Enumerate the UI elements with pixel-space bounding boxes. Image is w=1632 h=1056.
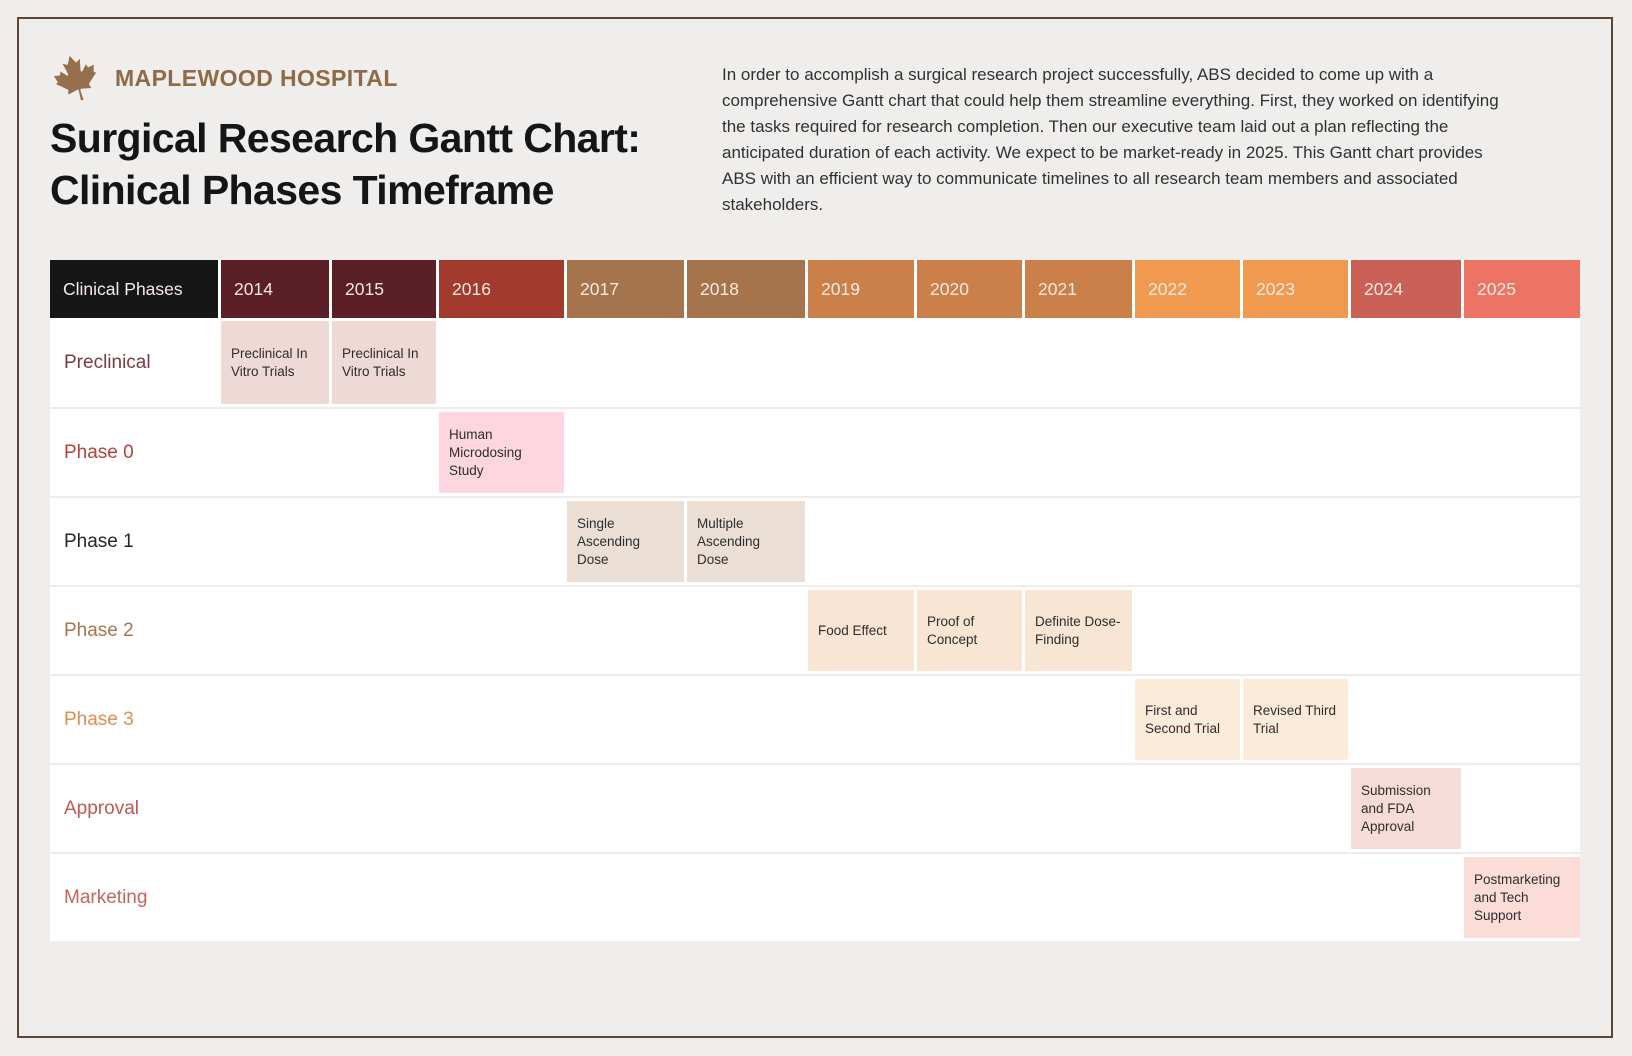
gantt-chart: Clinical Phases2014201520162017201820192…	[50, 260, 1580, 941]
year-header-2025: 2025	[1464, 260, 1580, 318]
phase-label-approval: Approval	[50, 765, 218, 852]
task-bar-multiple-ascending-dose: Multiple Ascending Dose	[687, 501, 805, 582]
corner-header-cell: Clinical Phases	[50, 260, 218, 318]
phase-label-phase-0: Phase 0	[50, 409, 218, 496]
task-bar-submission-and-fda-approval: Submission and FDA Approval	[1351, 768, 1461, 849]
year-header-2015: 2015	[332, 260, 436, 318]
year-header-2021: 2021	[1025, 260, 1132, 318]
gantt-row-approval: Approval Submission and FDA Approval	[50, 763, 1580, 852]
task-bar-preclinical-in-vitro-trials: Preclinical In Vitro Trials	[332, 321, 436, 404]
task-bar-postmarketing-and-tech-support: Postmarketing and Tech Support	[1464, 857, 1580, 938]
description-text: In order to accomplish a surgical resear…	[722, 62, 1510, 218]
brand-name: MAPLEWOOD HOSPITAL	[115, 65, 398, 92]
gantt-row-marketing: Marketing Postmarketing and Tech Support	[50, 852, 1580, 941]
year-header-2020: 2020	[917, 260, 1022, 318]
year-header-2024: 2024	[1351, 260, 1461, 318]
page-background: { "header": { "brand": "MAPLEWOOD HOSPIT…	[0, 0, 1632, 1056]
phase-label-preclinical: Preclinical	[50, 318, 218, 407]
header-left: MAPLEWOOD HOSPITAL Surgical Research Gan…	[50, 56, 640, 216]
title-line-1: Surgical Research Gantt Chart:	[50, 112, 640, 164]
gantt-row-phase-2: Phase 2 Food EffectProof of ConceptDefini…	[50, 585, 1580, 674]
year-header-2018: 2018	[687, 260, 805, 318]
page-content: MAPLEWOOD HOSPITAL Surgical Research Gan…	[50, 56, 1582, 941]
title-line-2: Clinical Phases Timeframe	[50, 164, 640, 216]
phase-label-phase-2: Phase 2	[50, 587, 218, 674]
phase-label-phase-1: Phase 1	[50, 498, 218, 585]
gantt-row-phase-3: Phase 3 First and Second TrialRevised Thi…	[50, 674, 1580, 763]
page-title: Surgical Research Gantt Chart: Clinical …	[50, 112, 640, 216]
year-header-2022: 2022	[1135, 260, 1240, 318]
brand-row: MAPLEWOOD HOSPITAL	[50, 56, 640, 100]
gantt-row-preclinical: PreclinicalPreclinical In Vitro TrialsPr…	[50, 318, 1580, 407]
task-bar-single-ascending-dose: Single Ascending Dose	[567, 501, 684, 582]
year-header-2019: 2019	[808, 260, 914, 318]
phase-label-marketing: Marketing	[50, 854, 218, 941]
task-bar-preclinical-in-vitro-trials: Preclinical In Vitro Trials	[221, 321, 329, 404]
top-section: MAPLEWOOD HOSPITAL Surgical Research Gan…	[50, 56, 1582, 218]
year-header-2023: 2023	[1243, 260, 1348, 318]
maple-leaf-icon	[50, 55, 102, 101]
gantt-header-row: Clinical Phases2014201520162017201820192…	[50, 260, 1580, 318]
task-bar-revised-third-trial: Revised Third Trial	[1243, 679, 1348, 760]
phase-label-phase-3: Phase 3	[50, 676, 218, 763]
gantt-row-phase-1: Phase 1 Single Ascending DoseMultiple Asc…	[50, 496, 1580, 585]
task-bar-definite-dose-finding: Definite Dose-Finding	[1025, 590, 1132, 671]
task-bar-first-and-second-trial: First and Second Trial	[1135, 679, 1240, 760]
task-bar-proof-of-concept: Proof of Concept	[917, 590, 1022, 671]
task-bar-food-effect: Food Effect	[808, 590, 914, 671]
year-header-2017: 2017	[567, 260, 684, 318]
gantt-row-phase-0: Phase 0 Human Microdosing Study	[50, 407, 1580, 496]
year-header-2016: 2016	[439, 260, 564, 318]
task-bar-human-microdosing-study: Human Microdosing Study	[439, 412, 564, 493]
year-header-2014: 2014	[221, 260, 329, 318]
